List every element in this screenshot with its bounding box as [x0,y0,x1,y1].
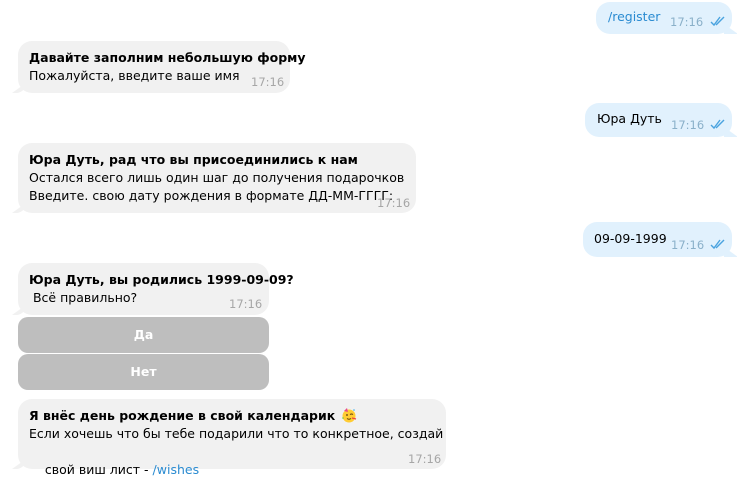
message-text: Остался всего лишь один шаг до получения… [29,170,405,185]
message-time: 17:16 [229,297,263,311]
keyboard-button-yes[interactable]: Да [18,317,269,353]
message-text: Если хочешь что бы тебе подарили что то … [29,426,444,441]
incoming-message: Юра Дуть, рад что вы присоединились к на… [18,143,416,213]
message-text: свой виш лист - [44,462,153,477]
message-text-row: свой виш лист - /wishes [29,443,199,477]
double-check-icon [710,16,725,27]
message-text: 09-09-1999 [594,231,667,246]
outgoing-message: 09-09-1999 17:16 [583,222,732,257]
message-text: Всё правильно? [29,290,138,305]
message-text: Введите. свою дату рождения в формате ДД… [29,188,394,203]
message-title: Юра Дуть, рад что вы присоединились к на… [29,152,358,167]
message-time: 17:16 [251,75,285,89]
double-check-icon [710,119,725,130]
message-title-row: Я внёс день рождение в свой календарик [29,407,357,425]
message-title: Давайте заполним небольшую форму [29,50,306,65]
message-title: Юра Дуть, вы родились 1999-09-09? [29,272,294,287]
message-title: Я внёс день рождение в свой календарик [29,408,336,423]
incoming-message: Юра Дуть, вы родились 1999-09-09? Всё пр… [18,263,294,315]
outgoing-message: /register 17:16 [596,2,732,34]
message-time: 17:16 [671,238,705,252]
outgoing-message: Юра Дуть 17:16 [585,103,732,137]
message-time: 17:16 [408,452,442,466]
command-link[interactable]: /register [608,8,660,26]
message-time: 17:16 [670,15,704,29]
message-time: 17:16 [671,118,705,132]
command-link[interactable]: /wishes [153,462,200,477]
message-text: Юра Дуть [597,111,662,126]
message-time: 17:16 [377,196,411,210]
party-face-emoji-icon [342,408,357,423]
keyboard-button-no[interactable]: Нет [18,354,269,390]
double-check-icon [710,239,725,250]
incoming-message: Давайте заполним небольшую форму Пожалуй… [18,41,306,93]
incoming-message: Я внёс день рождение в свой календарик Е… [18,399,446,477]
message-text: Пожалуйста, введите ваше имя [29,68,240,83]
